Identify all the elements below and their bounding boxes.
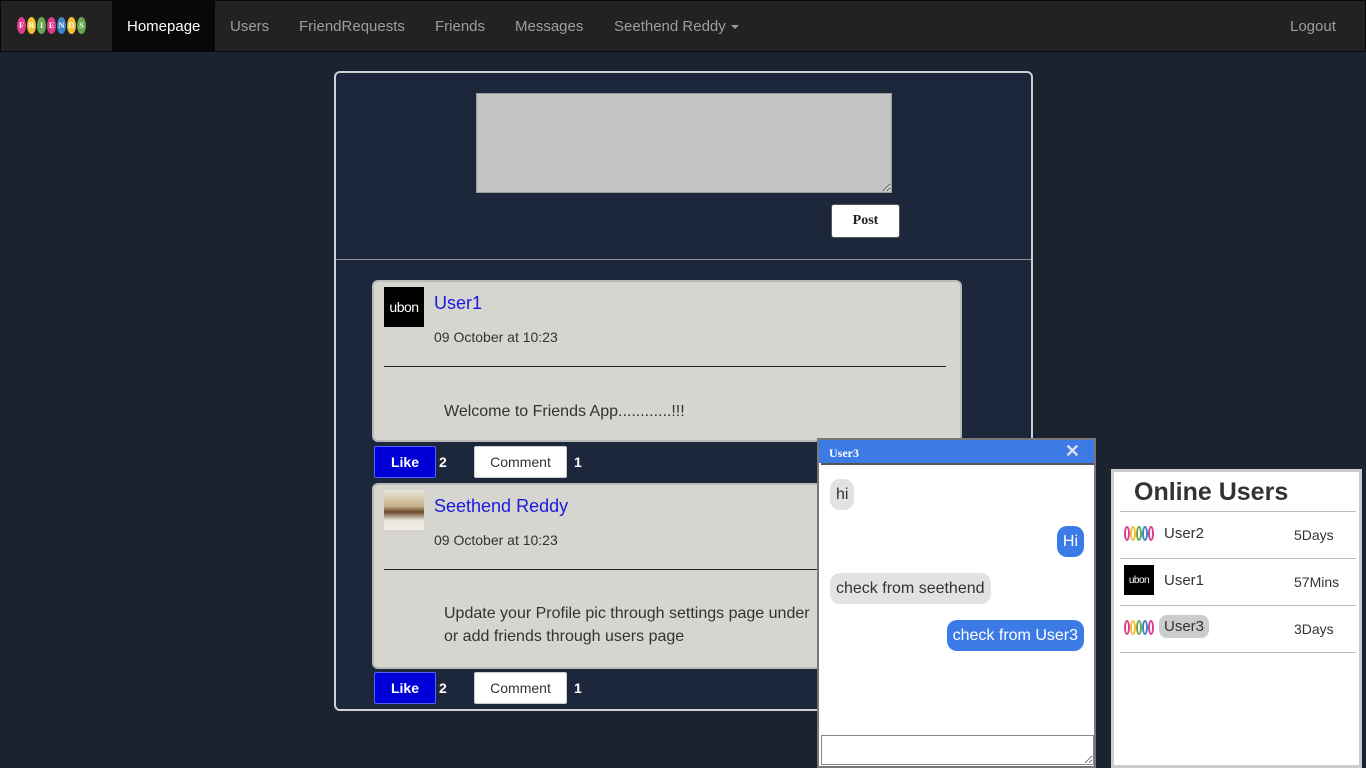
online-user-time: 57Mins — [1294, 574, 1340, 590]
post-divider — [384, 366, 946, 367]
comment-button[interactable]: Comment — [474, 446, 567, 478]
avatar — [1124, 612, 1154, 642]
online-users-panel: Online Users User2 5Days ubon User1 57Mi… — [1111, 469, 1362, 768]
avatar — [1124, 518, 1154, 548]
caret-down-icon — [730, 25, 739, 30]
avatar: ubon — [384, 287, 424, 327]
nav-user-menu[interactable]: Seethend Reddy — [599, 1, 754, 52]
online-users-title: Online Users — [1134, 478, 1289, 506]
navbar: F R I E N D S Homepage Users FriendReque… — [0, 0, 1366, 52]
user-menu-label: Seethend Reddy — [614, 18, 726, 35]
logo-letter: R — [27, 17, 36, 34]
nav-homepage[interactable]: Homepage — [112, 1, 216, 52]
close-icon[interactable]: ✕ — [1065, 440, 1080, 463]
nav-friend-requests[interactable]: FriendRequests — [284, 1, 420, 52]
post-timestamp: 09 October at 10:23 — [434, 532, 558, 548]
divider — [1120, 652, 1356, 653]
post-content: Welcome to Friends App............!!! — [444, 403, 685, 420]
logo-letter: N — [57, 17, 66, 34]
chat-window: User3 ✕ hi Hi check from seethend check … — [817, 438, 1096, 768]
avatar: ubon — [1124, 565, 1154, 595]
divider — [336, 259, 1031, 260]
online-user-time: 5Days — [1294, 527, 1334, 543]
nav-logout[interactable]: Logout — [1275, 1, 1351, 52]
online-user-name[interactable]: User1 — [1164, 572, 1204, 589]
chat-message-in: check from seethend — [830, 573, 991, 604]
chat-message-in: hi — [830, 479, 855, 510]
post-card: ubon User1 09 October at 10:23 Welcome t… — [372, 280, 962, 442]
like-button[interactable]: Like — [374, 446, 436, 478]
like-count: 2 — [439, 680, 447, 696]
divider — [1120, 511, 1356, 512]
avatar — [384, 490, 424, 530]
post-author[interactable]: Seethend Reddy — [434, 496, 568, 517]
post-timestamp: 09 October at 10:23 — [434, 329, 558, 345]
nav-messages[interactable]: Messages — [500, 1, 598, 52]
logo-letter: S — [77, 17, 86, 34]
nav-friends[interactable]: Friends — [420, 1, 500, 52]
chat-messages[interactable]: hi Hi check from seethend check from Use… — [821, 463, 1094, 735]
divider — [1120, 558, 1356, 559]
logo-letter: F — [17, 17, 26, 34]
divider — [1120, 605, 1356, 606]
nav-users[interactable]: Users — [215, 1, 284, 52]
like-button[interactable]: Like — [374, 672, 436, 704]
chat-title: User3 — [829, 446, 859, 460]
brand-logo[interactable]: F R I E N D S — [17, 17, 97, 37]
like-count: 2 — [439, 454, 447, 470]
chat-message-out: Hi — [1056, 526, 1084, 557]
comment-button[interactable]: Comment — [474, 672, 567, 704]
online-user-name[interactable]: User2 — [1164, 525, 1204, 542]
online-user-name[interactable]: User3 — [1159, 615, 1210, 638]
logo-letter: E — [47, 17, 56, 34]
chat-header: User3 ✕ — [819, 440, 1094, 463]
post-button[interactable]: Post — [831, 204, 900, 238]
logo-letter: D — [67, 17, 76, 34]
post-textarea[interactable] — [476, 93, 892, 193]
chat-input[interactable] — [821, 735, 1094, 765]
online-user-time: 3Days — [1294, 621, 1334, 637]
comment-count: 1 — [574, 680, 582, 696]
post-author[interactable]: User1 — [434, 293, 482, 314]
logo-letter: I — [37, 17, 46, 34]
chat-message-out: check from User3 — [946, 620, 1084, 651]
comment-count: 1 — [574, 454, 582, 470]
